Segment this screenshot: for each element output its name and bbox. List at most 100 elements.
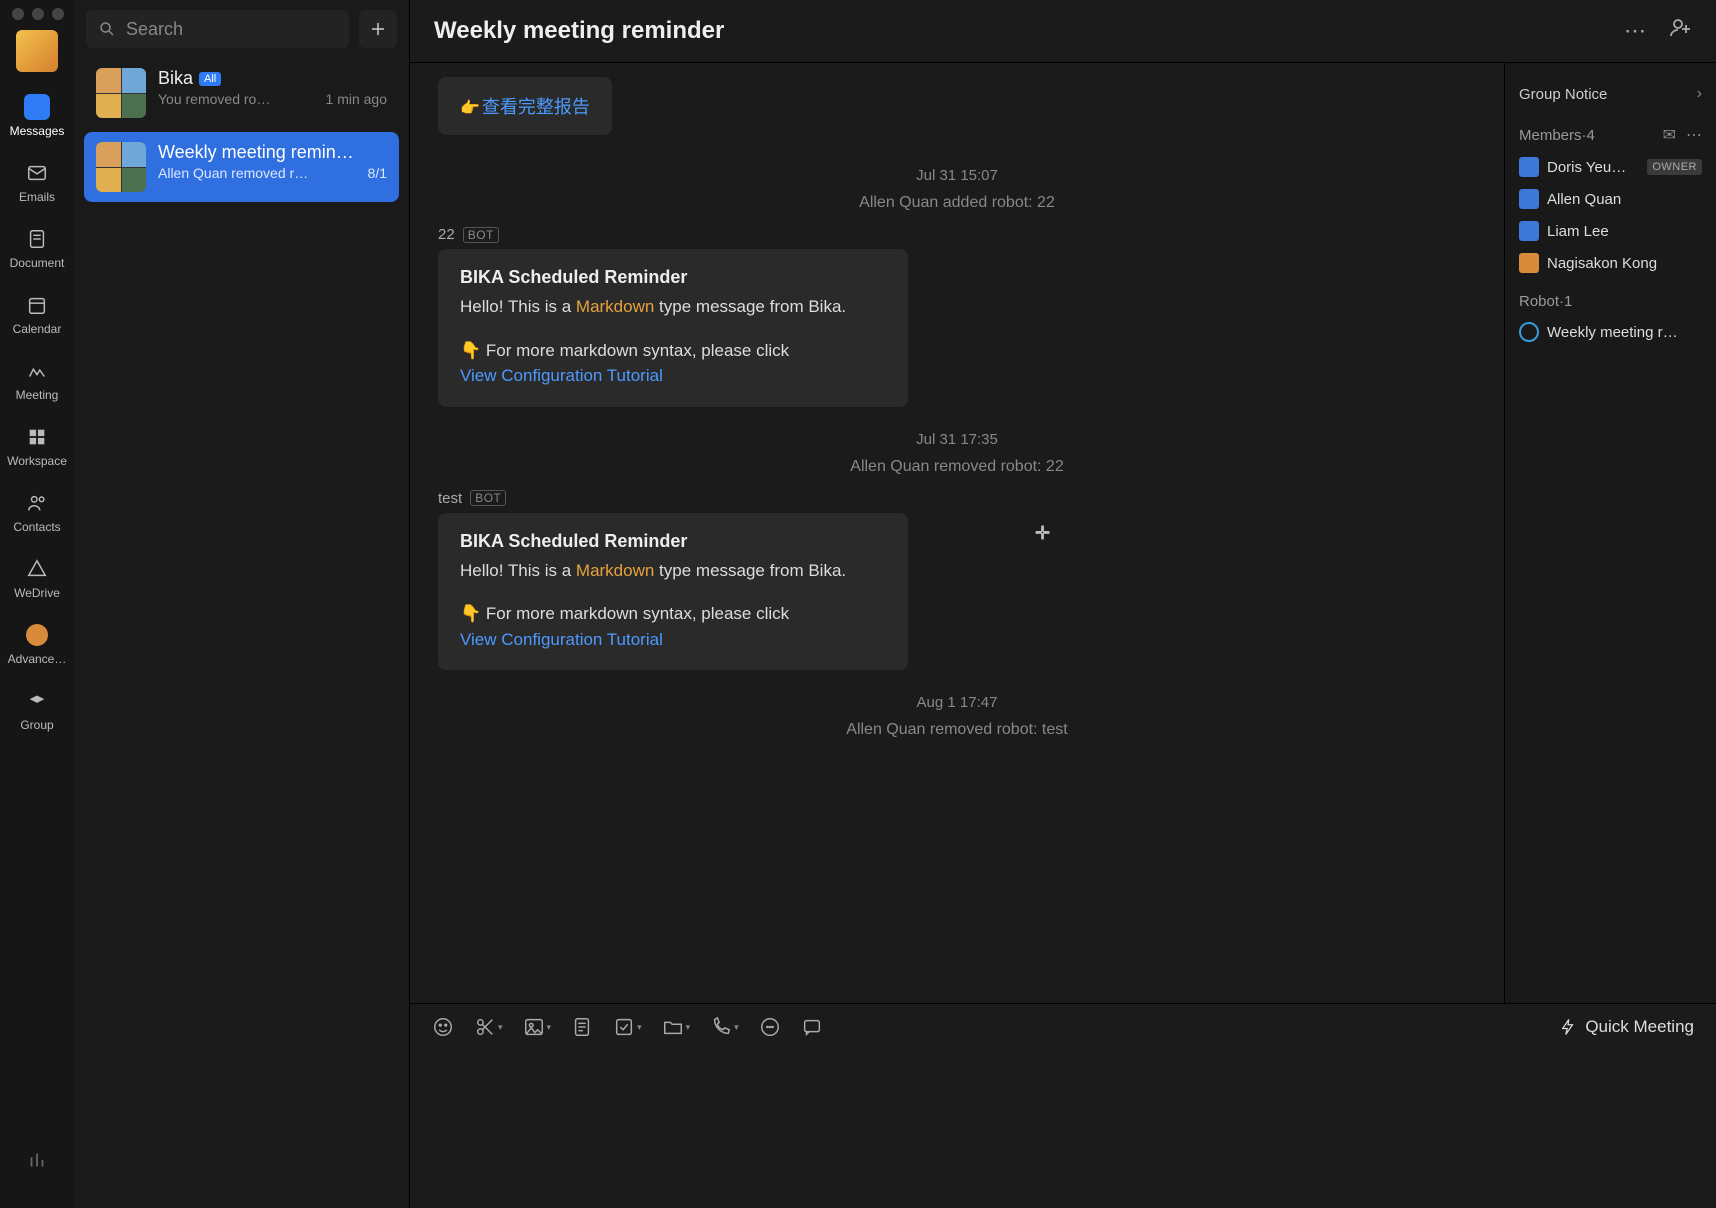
group-notice-label: Group Notice	[1519, 86, 1607, 103]
member-row[interactable]: Liam Lee	[1519, 215, 1702, 247]
envelope-icon[interactable]: ✉	[1663, 125, 1676, 145]
mention-icon[interactable]	[759, 1016, 781, 1038]
note-icon[interactable]	[571, 1016, 593, 1038]
system-message: Allen Quan added robot: 22	[424, 194, 1490, 212]
nav-document[interactable]: Document	[7, 218, 67, 282]
group-panel: Group Notice › Members·4 ✉ ⋯ Doris Yeu… …	[1504, 63, 1716, 1003]
nav-advance[interactable]: Advance…	[7, 614, 67, 678]
robot-name: Weekly meeting r…	[1547, 324, 1702, 341]
more-icon[interactable]: ⋯	[1624, 18, 1646, 44]
composer[interactable]: ▾ ▾ ▾ ▾ ▾ Quick Meeting	[410, 1003, 1716, 1208]
nav-label: Document	[10, 256, 65, 270]
nav-label: Meeting	[16, 388, 59, 402]
owner-tag: OWNER	[1647, 159, 1702, 175]
member-name: Doris Yeu…	[1547, 159, 1639, 176]
conversation-column: Search Bika All You removed ro… 1 min ag…	[74, 0, 410, 1208]
user-avatar[interactable]	[16, 30, 58, 72]
member-row[interactable]: Allen Quan	[1519, 183, 1702, 215]
nav-label: Contacts	[13, 520, 60, 534]
card-title: BIKA Scheduled Reminder	[460, 531, 886, 552]
member-name: Liam Lee	[1547, 223, 1702, 240]
nav-meeting[interactable]: Meeting	[7, 350, 67, 414]
system-message: Allen Quan removed robot: test	[424, 721, 1490, 739]
member-row[interactable]: Nagisakon Kong	[1519, 247, 1702, 279]
system-message: Allen Quan removed robot: 22	[424, 458, 1490, 476]
nav-label: Emails	[19, 190, 55, 204]
sender-name: 22	[438, 226, 455, 243]
workspace-icon	[24, 424, 50, 450]
message-card[interactable]: BIKA Scheduled Reminder Hello! This is a…	[438, 513, 908, 671]
conversation-time: 1 min ago	[326, 91, 387, 107]
nav-calendar[interactable]: Calendar	[7, 284, 67, 348]
plus-icon	[369, 20, 387, 38]
nav-group[interactable]: Group	[7, 680, 67, 744]
member-name: Nagisakon Kong	[1547, 255, 1702, 272]
nav-bottom[interactable]	[7, 1140, 67, 1190]
quote-icon[interactable]	[801, 1016, 823, 1038]
member-name: Allen Quan	[1547, 191, 1702, 208]
chat-title: Weekly meeting reminder	[434, 17, 1602, 45]
search-input[interactable]: Search	[86, 10, 349, 48]
window-controls[interactable]	[0, 8, 64, 20]
view-config-link[interactable]: View Configuration Tutorial	[460, 366, 663, 385]
sender-name: test	[438, 490, 462, 507]
nav-label: Group	[20, 718, 53, 732]
robot-header: Robot·1	[1519, 293, 1702, 310]
card-line2: 👇 For more markdown syntax, please click	[460, 338, 886, 364]
nav-messages[interactable]: Messages	[7, 86, 67, 150]
phone-icon[interactable]: ▾	[710, 1016, 739, 1038]
nav-emails[interactable]: Emails	[7, 152, 67, 216]
folder-icon[interactable]: ▾	[662, 1016, 691, 1038]
chevron-right-icon: ›	[1697, 85, 1702, 103]
bottom-icon	[24, 1148, 50, 1174]
robot-row[interactable]: Weekly meeting r…	[1519, 316, 1702, 348]
report-link[interactable]: 查看完整报告	[482, 97, 590, 117]
robot-label: Robot·1	[1519, 293, 1572, 310]
meeting-icon	[24, 358, 50, 384]
traffic-close[interactable]	[12, 8, 24, 20]
conversation-list: Bika All You removed ro… 1 min ago Weekl…	[74, 58, 409, 1208]
search-placeholder: Search	[126, 19, 183, 40]
image-icon[interactable]: ▾	[523, 1016, 552, 1038]
group-notice-row[interactable]: Group Notice ›	[1519, 77, 1702, 111]
more-members-icon[interactable]: ⋯	[1686, 125, 1702, 145]
member-row[interactable]: Doris Yeu… OWNER	[1519, 151, 1702, 183]
emoji-icon[interactable]	[432, 1016, 454, 1038]
new-button[interactable]	[359, 10, 397, 48]
task-icon[interactable]: ▾	[613, 1016, 642, 1038]
quick-meeting-button[interactable]: Quick Meeting	[1559, 1017, 1694, 1037]
nav-wedrive[interactable]: WeDrive	[7, 548, 67, 612]
nav-label: Advance…	[8, 652, 67, 666]
scissors-icon[interactable]: ▾	[474, 1016, 503, 1038]
nav-label: Calendar	[13, 322, 62, 336]
traffic-max[interactable]	[52, 8, 64, 20]
bot-message: 22 BOT BIKA Scheduled Reminder Hello! Th…	[438, 226, 1490, 407]
traffic-min[interactable]	[32, 8, 44, 20]
wedrive-icon	[24, 556, 50, 582]
chat-column: Weekly meeting reminder ⋯ 👉查看完整报告 Jul 31…	[410, 0, 1716, 1208]
message-card[interactable]: BIKA Scheduled Reminder Hello! This is a…	[438, 249, 908, 407]
robot-avatar	[1519, 322, 1539, 342]
bot-tag: BOT	[470, 490, 506, 506]
markdown-word: Markdown	[576, 561, 654, 580]
member-avatar	[1519, 253, 1539, 273]
nav-workspace[interactable]: Workspace	[7, 416, 67, 480]
card-title: BIKA Scheduled Reminder	[460, 267, 886, 288]
conversation-item[interactable]: Weekly meeting remin… Allen Quan removed…	[84, 132, 399, 202]
messages-icon	[24, 94, 50, 120]
contacts-icon	[24, 490, 50, 516]
message-area[interactable]: 👉查看完整报告 Jul 31 15:07 Allen Quan added ro…	[410, 63, 1504, 1003]
nav-contacts[interactable]: Contacts	[7, 482, 67, 546]
left-nav-bar: Messages Emails Document Calendar Meetin…	[0, 0, 74, 1208]
members-header: Members·4 ✉ ⋯	[1519, 125, 1702, 145]
group-icon	[24, 688, 50, 714]
time-divider: Aug 1 17:47	[424, 694, 1490, 711]
view-config-link[interactable]: View Configuration Tutorial	[460, 630, 663, 649]
add-member-icon[interactable]	[1668, 16, 1692, 46]
time-divider: Jul 31 17:35	[424, 431, 1490, 448]
member-avatar	[1519, 221, 1539, 241]
search-icon	[98, 20, 116, 38]
report-card[interactable]: 👉查看完整报告	[438, 77, 612, 135]
conversation-item[interactable]: Bika All You removed ro… 1 min ago	[84, 58, 399, 128]
pointing-emoji: 👉	[460, 100, 480, 117]
